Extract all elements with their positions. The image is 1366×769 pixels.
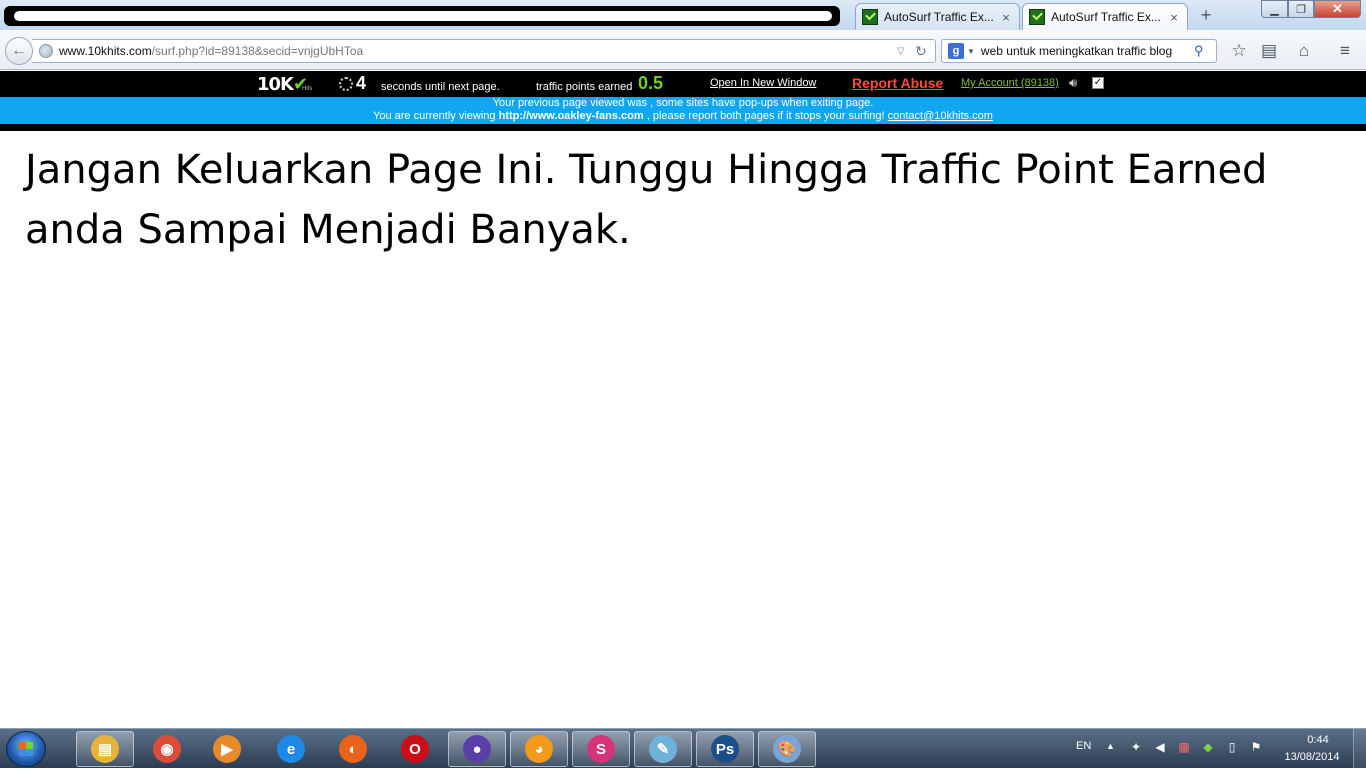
app-pink-icon: S bbox=[587, 735, 615, 763]
taskbar-app-paint[interactable]: 🎨 bbox=[758, 731, 816, 767]
tab-autosurf-1[interactable]: AutoSurf Traffic Ex... × bbox=[855, 3, 1020, 30]
new-tab-button[interactable]: + bbox=[1196, 6, 1216, 26]
app-notes-icon: ✎ bbox=[649, 735, 677, 763]
taskbar-app-windows-explorer[interactable]: ▤ bbox=[76, 731, 134, 767]
logo-text: 10K bbox=[257, 74, 294, 95]
address-bar[interactable]: www.10khits.com/surf.php?id=89138&secid=… bbox=[32, 39, 936, 63]
back-button[interactable]: ← bbox=[5, 37, 33, 65]
search-input[interactable]: web untuk meningkatkan traffic blog bbox=[981, 44, 1194, 58]
home-icon[interactable]: ⌂ bbox=[1293, 40, 1315, 62]
language-indicator[interactable]: EN bbox=[1076, 740, 1091, 752]
speaker-icon[interactable]: 🔊︎ bbox=[1069, 75, 1077, 91]
info-bar: Your previous page viewed was , some sit… bbox=[0, 97, 1366, 124]
minimize-button[interactable]: ▁ bbox=[1261, 0, 1288, 18]
media-player-icon: ▶ bbox=[213, 735, 241, 763]
url-path: /surf.php?id=89138&secid=vnjgUbHToa bbox=[151, 44, 364, 58]
redacted-bar bbox=[14, 11, 832, 21]
logo-subtext: Hits bbox=[302, 86, 313, 92]
redacted-window-title bbox=[4, 6, 840, 26]
close-window-button[interactable]: ✕ bbox=[1314, 0, 1361, 18]
reading-list-icon[interactable]: ▤ bbox=[1258, 40, 1280, 62]
google-icon[interactable]: g bbox=[948, 43, 964, 59]
globe-icon bbox=[39, 44, 53, 58]
previous-page-note: Your previous page viewed was , some sit… bbox=[492, 97, 874, 109]
dropbox-icon[interactable]: ✦ bbox=[1128, 740, 1144, 756]
page-heading: Jangan Keluarkan Page Ini. Tunggu Hingga… bbox=[25, 147, 1268, 253]
app-orange-icon: ◕ bbox=[525, 735, 553, 763]
search-icon[interactable]: ⚲ bbox=[1194, 43, 1210, 59]
open-new-window-link[interactable]: Open In New Window bbox=[710, 77, 816, 89]
surf-bar: 10K✔ Hits 4 seconds until next page. tra… bbox=[0, 71, 1366, 97]
tab-autosurf-2[interactable]: AutoSurf Traffic Ex... × bbox=[1022, 3, 1188, 30]
taskbar-app-photoshop[interactable]: Ps bbox=[696, 731, 754, 767]
tab-close-icon[interactable]: × bbox=[999, 10, 1013, 25]
windows-explorer-icon: ▤ bbox=[91, 735, 119, 763]
url-dropdown-icon[interactable]: ▽ bbox=[897, 46, 909, 57]
taskbar-app-firefox[interactable]: ◐ bbox=[324, 731, 382, 767]
taskbar-app-chrome[interactable]: ◉ bbox=[138, 731, 196, 767]
firefox-active-icon: ● bbox=[463, 735, 491, 763]
10khits-logo: 10K✔ bbox=[257, 74, 308, 95]
current-page-note: You are currently viewing http://www.oak… bbox=[0, 110, 1366, 123]
report-note: , please report both pages if it stops y… bbox=[646, 110, 885, 122]
search-bar[interactable]: g ▼ web untuk meningkatkan traffic blog … bbox=[941, 39, 1217, 63]
navigation-toolbar: www.10khits.com/surf.php?id=89138&secid=… bbox=[0, 30, 1366, 70]
checkbox-icon[interactable]: ✓ bbox=[1092, 77, 1104, 89]
maximize-button[interactable]: ❐ bbox=[1288, 0, 1314, 18]
divider bbox=[0, 124, 1366, 131]
star-icon[interactable]: ☆ bbox=[1228, 40, 1250, 62]
start-button[interactable] bbox=[6, 731, 46, 767]
my-account-link[interactable]: My Account (89138) bbox=[961, 77, 1059, 89]
countdown-number: 4 bbox=[356, 73, 367, 93]
search-engine-dropdown-icon[interactable]: ▼ bbox=[967, 47, 975, 56]
volume-icon[interactable]: ◀ bbox=[1152, 740, 1168, 756]
clock-time[interactable]: 0:44 bbox=[1298, 734, 1338, 746]
chrome-icon: ◉ bbox=[153, 735, 181, 763]
clock-date[interactable]: 13/08/2014 bbox=[1280, 751, 1344, 763]
window-titlebar: AutoSurf Traffic Ex... × AutoSurf Traffi… bbox=[0, 0, 1366, 30]
show-desktop-button[interactable] bbox=[1353, 729, 1366, 769]
windows-taskbar: ▤ ◉ ▶ e ◐ O ● ◕ S ✎ Ps 🎨 EN ▲ ✦ ◀ ▦ ◆ ▯ ⚑ 0:44 13/0… bbox=[0, 728, 1366, 769]
countdown-label: seconds until next page. bbox=[381, 81, 500, 93]
points-value: 0.5 bbox=[638, 73, 664, 93]
taskbar-app-app-pink[interactable]: S bbox=[572, 731, 630, 767]
security-icon[interactable]: ◆ bbox=[1200, 740, 1216, 756]
url-text[interactable]: www.10khits.com/surf.php?id=89138&secid=… bbox=[59, 44, 897, 58]
points-label: traffic points earned bbox=[536, 81, 633, 93]
tab-close-icon[interactable]: × bbox=[1167, 10, 1181, 25]
show-hidden-icons-icon[interactable]: ▲ bbox=[1106, 741, 1115, 751]
firefox-icon: ◐ bbox=[339, 735, 367, 763]
tab-label: AutoSurf Traffic Ex... bbox=[884, 10, 994, 24]
device-icon[interactable]: ▯ bbox=[1224, 740, 1240, 756]
menu-icon[interactable]: ≡ bbox=[1334, 40, 1356, 62]
taskbar-app-firefox-active[interactable]: ● bbox=[448, 731, 506, 767]
taskbar-app-internet-explorer[interactable]: e bbox=[262, 731, 320, 767]
taskbar-app-opera[interactable]: O bbox=[386, 731, 444, 767]
url-domain: www.10khits.com bbox=[59, 44, 152, 58]
tab-label: AutoSurf Traffic Ex... bbox=[1051, 10, 1161, 24]
photoshop-icon: Ps bbox=[711, 735, 739, 763]
action-center-icon[interactable]: ⚑ bbox=[1248, 740, 1264, 756]
report-abuse-link[interactable]: Report Abuse bbox=[852, 75, 943, 91]
taskbar-app-media-player[interactable]: ▶ bbox=[198, 731, 256, 767]
taskbar-app-app-orange[interactable]: ◕ bbox=[510, 731, 568, 767]
current-url: http://www.oakley-fans.com bbox=[498, 110, 644, 122]
back-arrow-icon: ← bbox=[11, 42, 27, 59]
reload-icon[interactable]: ↻ bbox=[915, 43, 929, 60]
contact-email-link[interactable]: contact@10khits.com bbox=[888, 110, 993, 122]
10khits-favicon-icon bbox=[862, 9, 878, 25]
opera-icon: O bbox=[401, 735, 429, 763]
loading-spinner-icon bbox=[339, 77, 353, 91]
paint-icon: 🎨 bbox=[773, 735, 801, 763]
taskbar-app-app-notes[interactable]: ✎ bbox=[634, 731, 692, 767]
internet-explorer-icon: e bbox=[277, 735, 305, 763]
10khits-favicon-icon bbox=[1029, 9, 1045, 25]
current-viewing-prefix: You are currently viewing bbox=[373, 110, 496, 122]
network-icon[interactable]: ▦ bbox=[1176, 740, 1192, 756]
